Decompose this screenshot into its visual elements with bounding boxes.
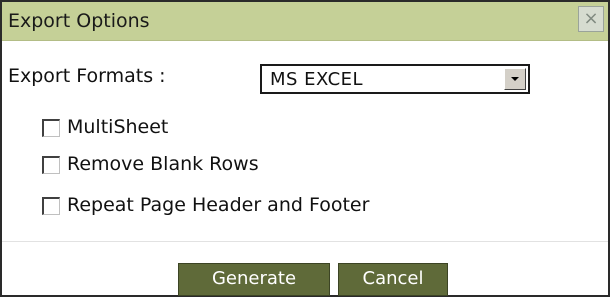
multisheet-label: MultiSheet [67, 116, 169, 138]
dialog-title: Export Options [8, 10, 150, 32]
remove-blank-rows-checkbox[interactable] [42, 156, 60, 174]
generate-button[interactable]: Generate [178, 263, 330, 296]
repeat-header-footer-checkbox[interactable] [42, 197, 60, 215]
export-formats-label: Export Formats : [8, 65, 166, 87]
dialog-titlebar[interactable]: Export Options × [2, 2, 608, 41]
close-button[interactable]: × [578, 6, 604, 32]
cancel-button[interactable]: Cancel [338, 263, 448, 296]
divider [2, 241, 608, 242]
export-options-dialog: Export Options × Export Formats : MS EXC… [0, 0, 610, 297]
repeat-header-footer-label: Repeat Page Header and Footer [67, 194, 370, 216]
close-icon: × [583, 8, 599, 29]
multisheet-checkbox[interactable] [42, 119, 60, 137]
dropdown-button[interactable] [504, 68, 526, 90]
export-format-select[interactable]: MS EXCEL [260, 64, 530, 94]
export-format-value: MS EXCEL [270, 69, 364, 90]
chevron-down-icon [511, 77, 519, 81]
remove-blank-rows-label: Remove Blank Rows [67, 153, 259, 175]
